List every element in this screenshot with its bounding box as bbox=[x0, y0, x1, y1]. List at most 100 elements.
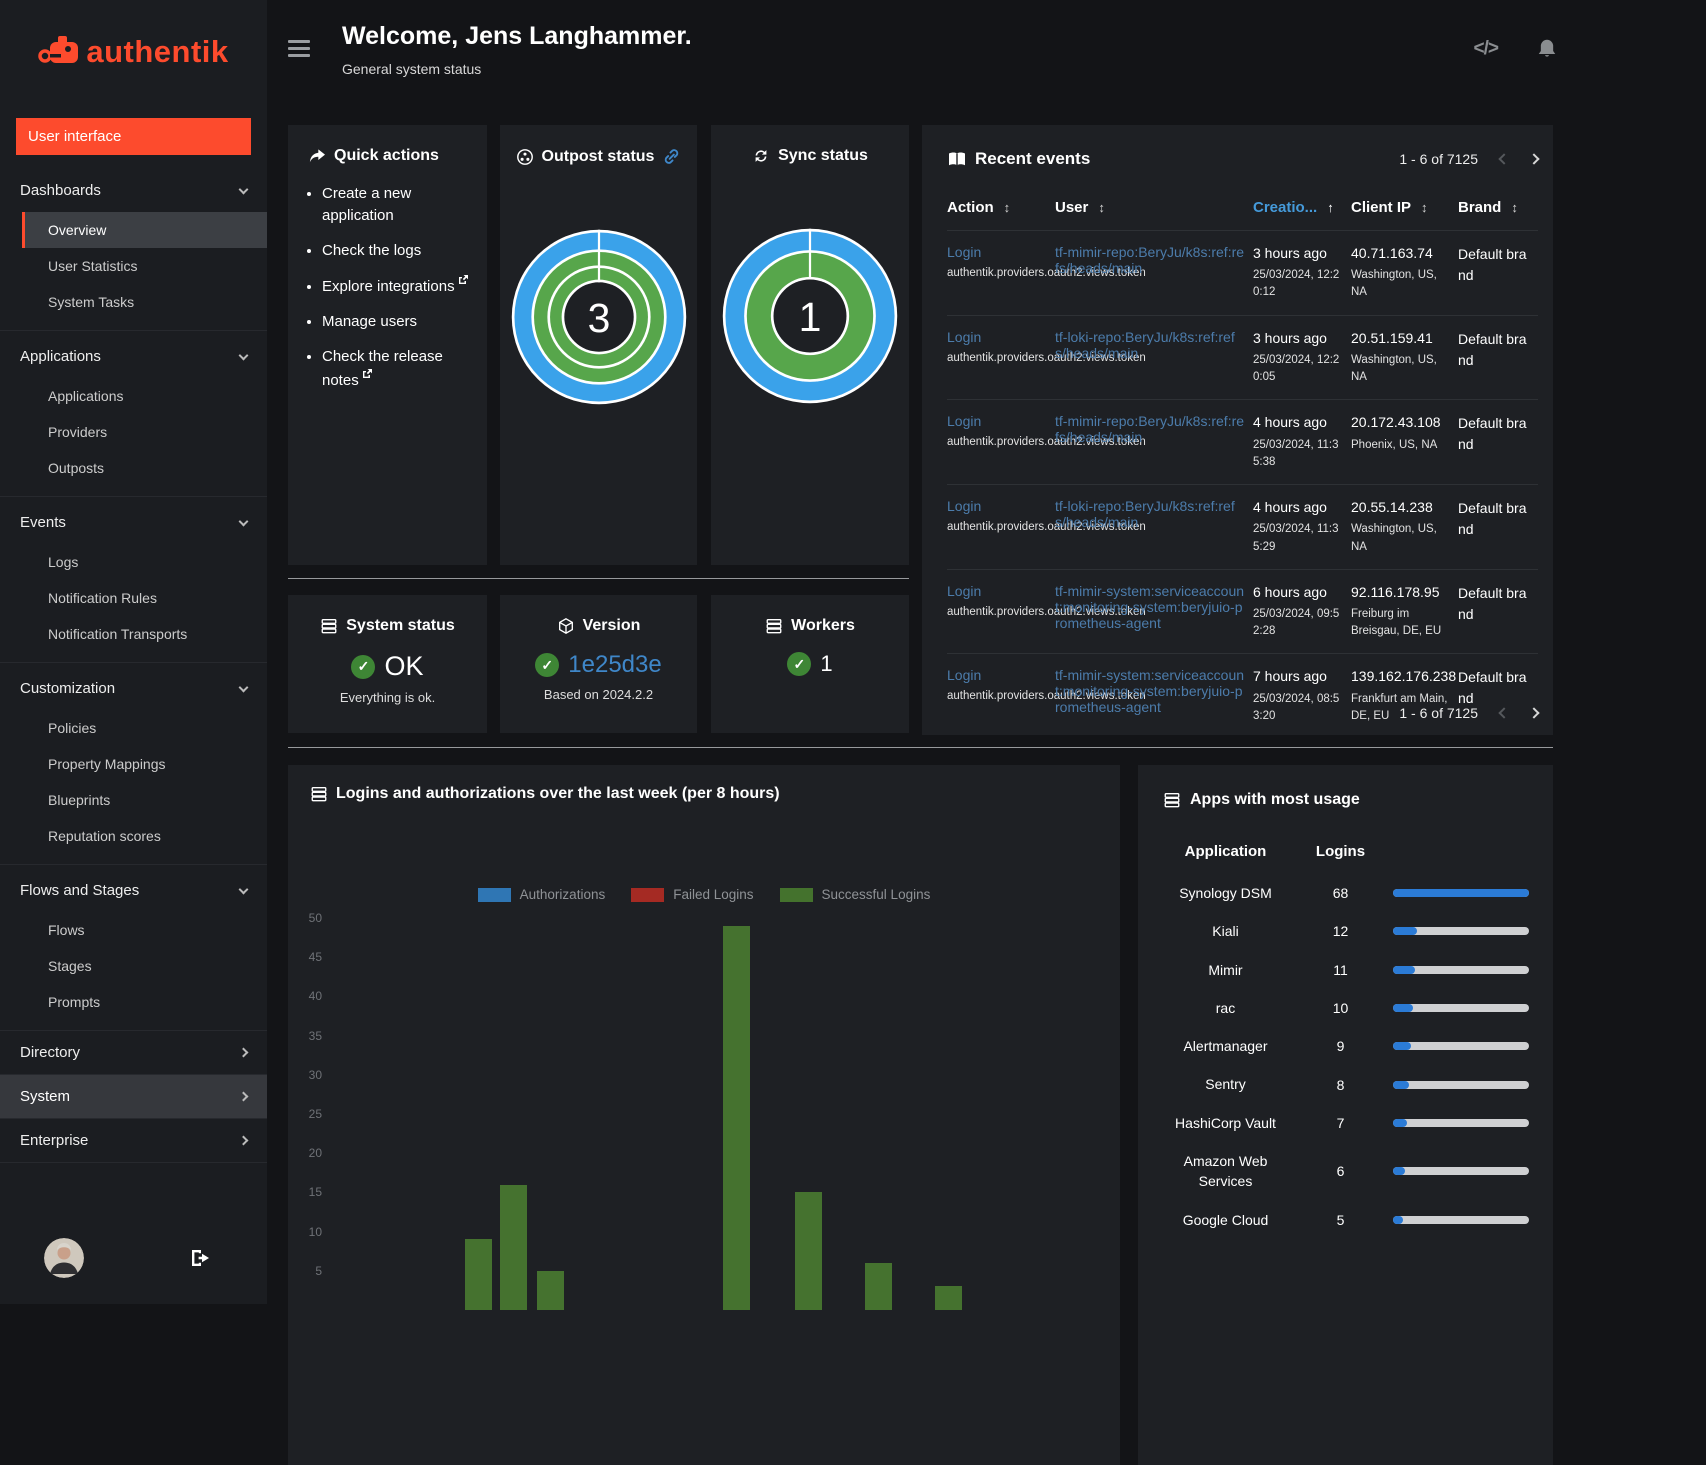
event-client-ip: 20.55.14.238 bbox=[1351, 499, 1433, 516]
chevron-down-icon bbox=[238, 682, 249, 692]
chevron-left-icon[interactable] bbox=[1498, 153, 1510, 165]
share-arrow-icon bbox=[308, 148, 326, 164]
workers-card: Workers ✓ 1 bbox=[711, 595, 909, 733]
y-tick-label: 45 bbox=[308, 950, 322, 965]
sidebar-item-overview[interactable]: Overview bbox=[22, 212, 267, 248]
user-interface-button[interactable]: User interface bbox=[16, 118, 251, 155]
sidebar-item-stages[interactable]: Stages bbox=[0, 948, 267, 984]
app-name: Synology DSM bbox=[1179, 885, 1272, 901]
app-name: Google Cloud bbox=[1182, 1211, 1269, 1228]
app-name: Sentry bbox=[1205, 1076, 1246, 1093]
y-tick-label: 25 bbox=[308, 1107, 322, 1121]
column-user[interactable]: User ↕ bbox=[1055, 199, 1245, 216]
usage-bar bbox=[1393, 965, 1529, 974]
usage-bar-fill bbox=[1393, 1080, 1410, 1089]
event-action-link[interactable]: Login bbox=[947, 244, 981, 260]
sidebar-item-blueprints[interactable]: Blueprints bbox=[0, 782, 267, 818]
external-link-icon bbox=[458, 274, 469, 285]
column-brand[interactable]: Brand ↕ bbox=[1458, 199, 1532, 216]
app-usage-row: Amazon Web Services 6 bbox=[1163, 1142, 1533, 1201]
event-action-link[interactable]: Login bbox=[947, 498, 981, 514]
user-avatar[interactable] bbox=[44, 1238, 84, 1278]
page-subtitle: General system status bbox=[342, 61, 482, 77]
event-user-link[interactable]: tf-mimir-repo:BeryJu/k8s:ref:refs/heads/… bbox=[1055, 413, 1244, 445]
qa-check-logs-link[interactable]: Check the logs bbox=[322, 240, 477, 262]
pagination-label: 1 - 6 of 7125 bbox=[1399, 705, 1478, 721]
chevron-right-icon[interactable] bbox=[1528, 707, 1540, 719]
event-time-relative: 7 hours ago bbox=[1253, 668, 1327, 685]
nav-group-events: Events Logs Notification Rules Notificat… bbox=[0, 497, 267, 663]
version-card: Version ✓ 1e25d3e Based on 2024.2.2 bbox=[500, 595, 697, 733]
legend-item: Successful Logins bbox=[779, 887, 931, 902]
event-client-ip: 20.51.159.41 bbox=[1351, 329, 1433, 346]
sidebar-item-logs[interactable]: Logs bbox=[0, 544, 267, 580]
sidebar-item-flows-and-stages-group[interactable]: Flows and Stages bbox=[0, 869, 267, 912]
sync-status-title: Sync status bbox=[778, 147, 868, 164]
event-user-link[interactable]: tf-loki-repo:BeryJu/k8s:ref:refs/heads/m… bbox=[1055, 498, 1235, 530]
sidebar-item-policies[interactable]: Policies bbox=[0, 710, 267, 746]
sidebar-item-system-tasks[interactable]: System Tasks bbox=[0, 284, 267, 320]
event-brand: Default brand bbox=[1458, 330, 1527, 368]
event-user-link[interactable]: tf-loki-repo:BeryJu/k8s:ref:refs/heads/m… bbox=[1055, 329, 1235, 361]
code-icon[interactable]: </> bbox=[1474, 38, 1500, 60]
sidebar-item-notification-transports[interactable]: Notification Transports bbox=[0, 616, 267, 652]
sidebar-item-customization-group[interactable]: Customization bbox=[0, 667, 267, 710]
sort-icon: ↕ bbox=[1421, 200, 1428, 215]
qa-manage-users-link[interactable]: Manage users bbox=[322, 311, 477, 333]
sidebar-item-directory[interactable]: Directory bbox=[0, 1031, 267, 1074]
sidebar-item-outposts[interactable]: Outposts bbox=[0, 450, 267, 486]
authentik-logo: authentik bbox=[0, 0, 267, 104]
event-user-link[interactable]: tf-mimir-system:serviceaccount:monitorin… bbox=[1055, 667, 1244, 715]
usage-bar bbox=[1393, 1080, 1529, 1089]
version-link[interactable]: 1e25d3e bbox=[568, 651, 661, 679]
column-client-ip[interactable]: Client IP ↕ bbox=[1351, 199, 1450, 216]
column-action[interactable]: Action ↕ bbox=[947, 199, 1047, 216]
sidebar-item-enterprise[interactable]: Enterprise bbox=[0, 1119, 267, 1162]
event-action-link[interactable]: Login bbox=[947, 329, 981, 345]
sidebar-item-reputation-scores[interactable]: Reputation scores bbox=[0, 818, 267, 854]
app-usage-row: Google Cloud 5 bbox=[1163, 1201, 1533, 1239]
qa-explore-integrations-link[interactable]: Explore integrations bbox=[322, 274, 477, 298]
sidebar-item-providers[interactable]: Providers bbox=[0, 414, 267, 450]
event-user-link[interactable]: tf-mimir-system:serviceaccount:monitorin… bbox=[1055, 583, 1244, 631]
event-action-app: authentik.providers.oauth2.views.token bbox=[947, 267, 1146, 279]
event-timestamp: 25/03/2024, 12:20:05 bbox=[1253, 353, 1340, 384]
sort-icon: ↕ bbox=[1098, 200, 1105, 215]
usage-bar-fill bbox=[1393, 927, 1418, 936]
sidebar-item-system[interactable]: System bbox=[0, 1075, 267, 1118]
successful-logins-bar bbox=[794, 1192, 822, 1310]
qa-create-application-link[interactable]: Create a new application bbox=[322, 183, 477, 227]
sidebar-item-flows[interactable]: Flows bbox=[0, 912, 267, 948]
sidebar-item-notification-rules[interactable]: Notification Rules bbox=[0, 580, 267, 616]
workers-count: 1 bbox=[820, 651, 833, 676]
event-action-link[interactable]: Login bbox=[947, 667, 981, 683]
sidebar-item-prompts[interactable]: Prompts bbox=[0, 984, 267, 1020]
sidebar-item-applications[interactable]: Applications bbox=[0, 378, 267, 414]
chevron-right-icon bbox=[238, 1047, 249, 1058]
sidebar-item-dashboards[interactable]: Dashboards bbox=[0, 169, 267, 212]
sidebar-item-property-mappings[interactable]: Property Mappings bbox=[0, 746, 267, 782]
menu-toggle-icon[interactable] bbox=[288, 40, 310, 61]
version-description: Based on 2024.2.2 bbox=[543, 687, 654, 702]
server-icon bbox=[1163, 791, 1181, 809]
sidebar-item-events-group[interactable]: Events bbox=[0, 501, 267, 544]
event-action-link[interactable]: Login bbox=[947, 583, 981, 599]
logout-icon[interactable] bbox=[190, 1248, 211, 1268]
event-user-link[interactable]: tf-mimir-repo:BeryJu/k8s:ref:refs/heads/… bbox=[1055, 244, 1244, 276]
chart-legend: Authorizations Failed Logins Successful … bbox=[288, 887, 1120, 902]
legend-label: Successful Logins bbox=[821, 887, 931, 902]
usage-bar bbox=[1393, 1215, 1529, 1224]
chevron-left-icon[interactable] bbox=[1498, 707, 1510, 719]
event-timestamp: 25/03/2024, 09:52:28 bbox=[1253, 607, 1340, 638]
usage-bar-fill bbox=[1393, 1042, 1411, 1051]
sidebar-item-applications-group[interactable]: Applications bbox=[0, 335, 267, 378]
column-creation[interactable]: Creatio... ↑ bbox=[1253, 199, 1343, 216]
link-icon[interactable] bbox=[662, 147, 681, 166]
app-login-count: 11 bbox=[1333, 961, 1348, 978]
event-action-link[interactable]: Login bbox=[947, 413, 981, 429]
bell-icon[interactable] bbox=[1536, 38, 1558, 60]
qa-release-notes-link[interactable]: Check the release notes bbox=[322, 346, 477, 392]
event-brand: Default brand bbox=[1458, 246, 1527, 283]
sidebar-item-user-statistics[interactable]: User Statistics bbox=[0, 248, 267, 284]
chevron-right-icon[interactable] bbox=[1528, 153, 1540, 165]
